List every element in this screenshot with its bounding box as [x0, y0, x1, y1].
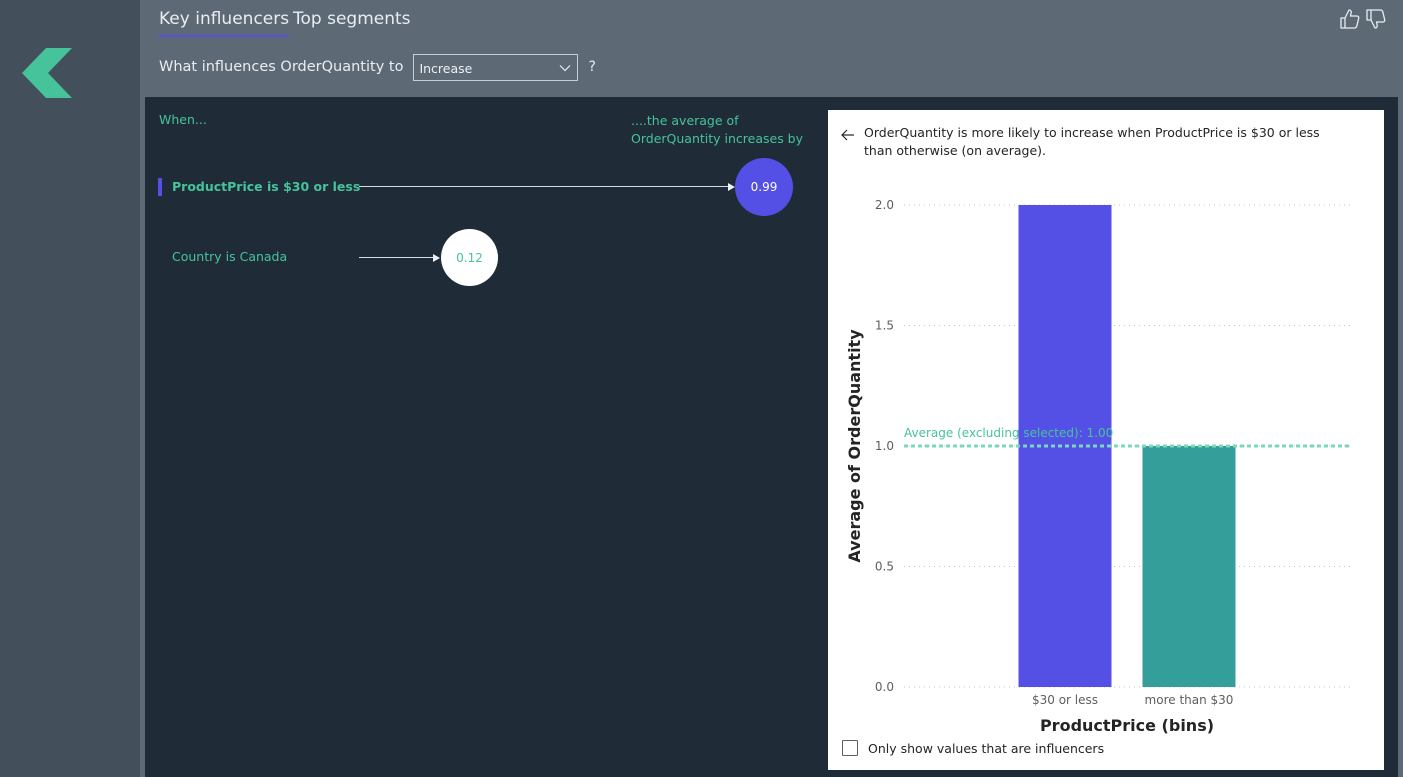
question-prefix: What influences OrderQuantity to: [159, 59, 404, 75]
arrow-head-icon: [728, 183, 735, 191]
y-tick-label: 0.0: [875, 680, 894, 694]
influencer-label: ProductPrice is $30 or less: [172, 179, 361, 194]
y-tick-label: 1.0: [875, 439, 894, 453]
average-label: ....the average of OrderQuantity increas…: [631, 112, 803, 148]
y-tick-label: 0.5: [875, 560, 894, 574]
influence-bubble: 0.12: [441, 229, 498, 286]
bar-chart: 0.0 0.5 1.0 1.5 2.0 $30 or less more than $30 A…: [845, 198, 1352, 735]
influence-arrow-line: [359, 186, 729, 187]
direction-dropdown[interactable]: Increase: [413, 53, 579, 81]
dropdown-value: Increase: [419, 60, 473, 76]
arrow-head-icon: [433, 254, 440, 262]
tab-key-influencers[interactable]: Key influencers: [159, 8, 290, 37]
influencers-only-toggle[interactable]: Only show values that are influencers: [842, 738, 1104, 758]
question-mark: ?: [588, 59, 596, 75]
influencer-row-country[interactable]: Country is Canada 0.12: [145, 228, 825, 288]
checkbox[interactable]: [842, 740, 858, 756]
question-row: What influences OrderQuantity to Increas…: [159, 53, 596, 81]
x-tick-label: $30 or less: [1032, 693, 1098, 707]
detail-card: OrderQuantity is more likely to increase…: [828, 110, 1384, 770]
checkbox-label: Only show values that are influencers: [868, 740, 1105, 756]
left-rail: [0, 0, 140, 777]
x-axis-title: ProductPrice (bins): [1040, 716, 1214, 735]
thumbs-down-icon[interactable]: [1365, 8, 1387, 30]
influencer-row-product-price[interactable]: ProductPrice is $30 or less 0.99: [145, 158, 825, 218]
average-label-line2: OrderQuantity increases by: [631, 131, 804, 146]
influence-bubble: 0.99: [735, 158, 793, 216]
top-bar: Key influencers Top segments What influe…: [140, 0, 1403, 96]
when-label: When...: [159, 112, 207, 127]
average-label-line1: ....the average of: [631, 113, 739, 128]
y-axis-title: Average of OrderQuantity: [845, 329, 864, 563]
y-tick-label: 1.5: [875, 319, 894, 333]
tab-top-segments[interactable]: Top segments: [293, 8, 411, 30]
influencer-label: Country is Canada: [172, 249, 288, 264]
bar: [1142, 446, 1236, 687]
reference-line-label: Average (excluding selected): 1.00: [904, 426, 1113, 440]
chevron-down-icon: [560, 64, 571, 71]
x-tick-label: more than $30: [1145, 693, 1234, 707]
chevron-left-icon[interactable]: [22, 48, 72, 98]
influence-arrow-line: [359, 257, 435, 258]
selection-indicator: [158, 178, 162, 196]
thumbs-up-icon[interactable]: [1339, 8, 1361, 30]
y-tick-label: 2.0: [875, 198, 894, 212]
